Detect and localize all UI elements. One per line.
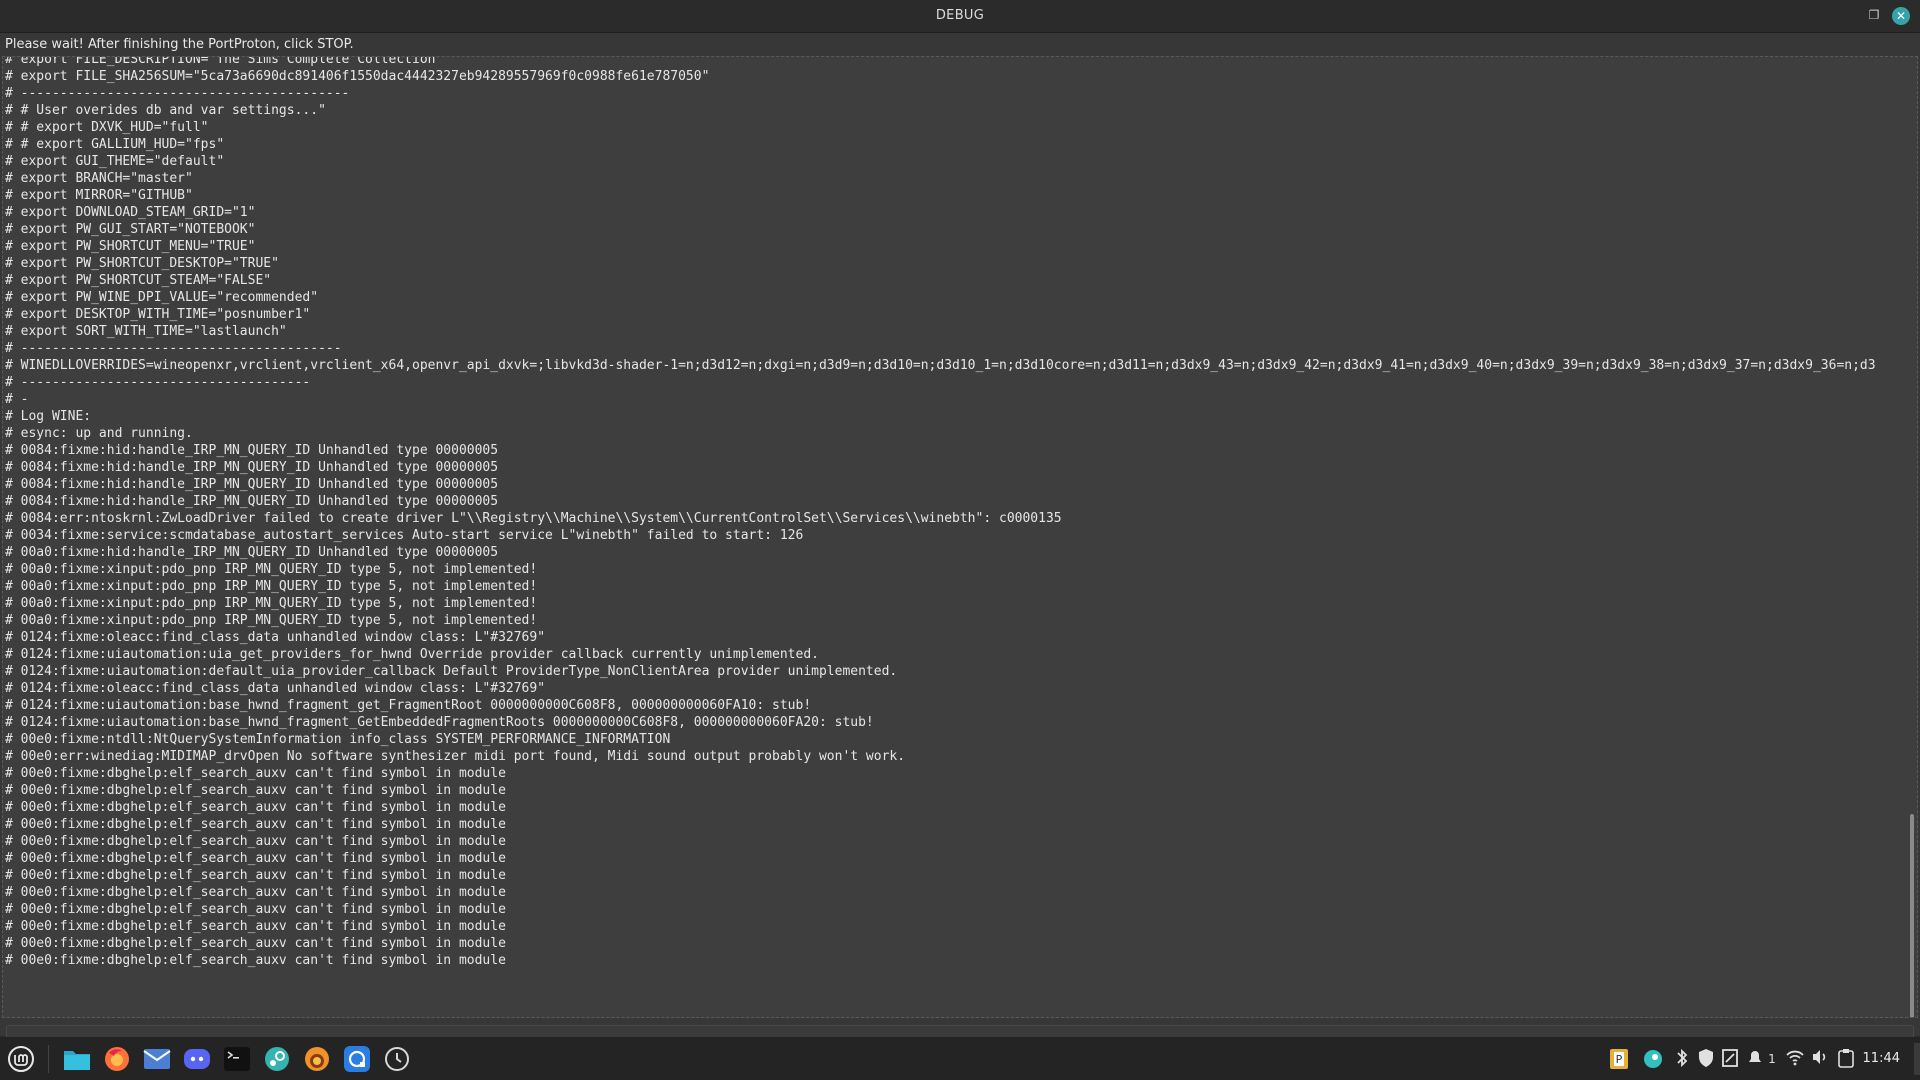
log-line: # 00e0:fixme:dbghelp:elf_search_auxv can… <box>5 817 506 832</box>
window-titlebar: DEBUG ❐ ✕ <box>0 0 1920 33</box>
window-title: DEBUG <box>935 8 985 23</box>
log-line: # export DOWNLOAD_STEAM_GRID="1" <box>5 205 256 220</box>
mint-menu-icon[interactable] <box>6 1044 36 1074</box>
log-line: # 0034:fixme:service:scmdatabase_autosta… <box>5 528 804 543</box>
steam-icon[interactable] <box>262 1044 292 1074</box>
log-line: # 0084:fixme:hid:handle_IRP_MN_QUERY_ID … <box>5 443 499 458</box>
log-line: # # User overides db and var settings...… <box>5 103 326 118</box>
files-icon[interactable] <box>62 1044 92 1074</box>
log-output-area[interactable]: # export FILE_DESCRIPTION="The Sims Comp… <box>2 56 1918 1018</box>
log-line: # 00a0:fixme:xinput:pdo_pnp IRP_MN_QUERY… <box>5 613 538 628</box>
log-line: # 00e0:fixme:dbghelp:elf_search_auxv can… <box>5 868 506 883</box>
clock[interactable]: 11:44 <box>1863 1048 1900 1070</box>
log-text: # export FILE_DESCRIPTION="The Sims Comp… <box>5 56 1876 969</box>
log-line: # export PW_SHORTCUT_STEAM="FALSE" <box>5 273 272 288</box>
log-line: # esync: up and running. <box>5 426 193 441</box>
log-line: # WINEDLLOVERRIDES=wineopenxr,vrclient,v… <box>5 358 1876 373</box>
clipboard-icon[interactable] <box>1836 1048 1856 1070</box>
log-scrollbar[interactable] <box>1910 814 1914 1017</box>
terminal-icon[interactable] <box>222 1044 252 1074</box>
log-line: # export PW_WINE_DPI_VALUE="recommended" <box>5 290 319 305</box>
log-line: # export PW_SHORTCUT_MENU="TRUE" <box>5 239 256 254</box>
log-line: # 00e0:fixme:dbghelp:elf_search_auxv can… <box>5 783 506 798</box>
log-line: # 0084:fixme:hid:handle_IRP_MN_QUERY_ID … <box>5 460 499 475</box>
log-line: # export SORT_WITH_TIME="lastlaunch" <box>5 324 287 339</box>
log-line: # 0124:fixme:oleacc:find_class_data unha… <box>5 630 546 645</box>
log-line: # 0124:fixme:uiautomation:base_hwnd_frag… <box>5 715 874 730</box>
log-line: # 00e0:err:winediag:MIDIMAP_drvOpen No s… <box>5 749 906 764</box>
log-line: # 00e0:fixme:dbghelp:elf_search_auxv can… <box>5 834 506 849</box>
log-line: # export BRANCH="master" <box>5 171 193 186</box>
status-message: Please wait! After finishing the PortPro… <box>5 37 354 52</box>
log-line: # export PW_SHORTCUT_DESKTOP="TRUE" <box>5 256 279 271</box>
log-line: # 00a0:fixme:xinput:pdo_pnp IRP_MN_QUERY… <box>5 596 538 611</box>
log-line: # Log WINE: <box>5 409 92 424</box>
log-line: # # export GALLIUM_HUD="fps" <box>5 137 225 152</box>
taskbar-divider <box>48 1045 49 1073</box>
log-line: # 00e0:fixme:dbghelp:elf_search_auxv can… <box>5 885 506 900</box>
close-icon[interactable]: ✕ <box>1892 7 1910 25</box>
debug-window-body: Please wait! After finishing the PortPro… <box>0 33 1920 1065</box>
discord-icon[interactable] <box>182 1044 212 1074</box>
log-line: # 0124:fixme:uiautomation:default_uia_pr… <box>5 664 898 679</box>
log-line: # 00e0:fixme:dbghelp:elf_search_auxv can… <box>5 953 506 968</box>
log-line: # export MIRROR="GITHUB" <box>5 188 193 203</box>
log-line: # 0084:fixme:hid:handle_IRP_MN_QUERY_ID … <box>5 477 499 492</box>
log-line: # export GUI_THEME="default" <box>5 154 225 169</box>
mail-icon[interactable] <box>142 1044 172 1074</box>
log-line: # export PW_GUI_START="NOTEBOOK" <box>5 222 256 237</box>
log-line: # 00e0:fixme:dbghelp:elf_search_auxv can… <box>5 936 506 951</box>
log-line: # 00e0:fixme:dbghelp:elf_search_auxv can… <box>5 919 506 934</box>
wifi-icon[interactable] <box>1784 1048 1806 1070</box>
log-line: # 00e0:fixme:dbghelp:elf_search_auxv can… <box>5 766 506 781</box>
portproton-icon[interactable] <box>302 1044 332 1074</box>
bluetooth-icon[interactable] <box>1672 1048 1692 1070</box>
log-line: # 00a0:fixme:xinput:pdo_pnp IRP_MN_QUERY… <box>5 562 538 577</box>
workspace-count: 1 <box>1768 1052 1776 1066</box>
log-line: # 0084:err:ntoskrnl:ZwLoadDriver failed … <box>5 511 1062 526</box>
log-line: # 00a0:fixme:xinput:pdo_pnp IRP_MN_QUERY… <box>5 579 538 594</box>
log-line: # - <box>5 392 29 407</box>
log-line: # export FILE_DESCRIPTION="The Sims Comp… <box>5 56 444 67</box>
volume-icon[interactable] <box>1810 1048 1830 1070</box>
log-line: # ------------------------------------- <box>5 375 311 390</box>
log-line: # 0124:fixme:oleacc:find_class_data unha… <box>5 681 546 696</box>
log-line: # 0124:fixme:uiautomation:base_hwnd_frag… <box>5 698 812 713</box>
log-line: # 00e0:fixme:dbghelp:elf_search_auxv can… <box>5 800 506 815</box>
log-line: # # export DXVK_HUD="full" <box>5 120 209 135</box>
portproton-tray-icon[interactable]: P <box>1608 1048 1630 1070</box>
log-line: # 0084:fixme:hid:handle_IRP_MN_QUERY_ID … <box>5 494 499 509</box>
remote-desktop-icon[interactable] <box>342 1044 372 1074</box>
log-line: # --------------------------------------… <box>5 86 350 101</box>
svg-text:P: P <box>1616 1053 1623 1066</box>
log-line: # --------------------------------------… <box>5 341 342 356</box>
log-line: # 00a0:fixme:hid:handle_IRP_MN_QUERY_ID … <box>5 545 499 560</box>
restore-icon[interactable]: ❐ <box>1868 9 1880 21</box>
firefox-icon[interactable] <box>102 1044 132 1074</box>
log-line: # 00e0:fixme:dbghelp:elf_search_auxv can… <box>5 902 506 917</box>
log-line: # 00e0:fixme:dbghelp:elf_search_auxv can… <box>5 851 506 866</box>
log-line: # export DESKTOP_WITH_TIME="posnumber1" <box>5 307 311 322</box>
steam-tray-icon[interactable] <box>1642 1048 1664 1070</box>
notifications-icon[interactable] <box>1745 1048 1765 1070</box>
log-line: # 00e0:fixme:ntdll:NtQuerySystemInformat… <box>5 732 671 747</box>
timeshift-icon[interactable] <box>382 1044 412 1074</box>
log-line: # export FILE_SHA256SUM="5ca73a6690dc891… <box>5 69 710 84</box>
update-manager-icon[interactable] <box>1720 1048 1740 1070</box>
log-line: # 0124:fixme:uiautomation:uia_get_provid… <box>5 647 819 662</box>
show-desktop-button[interactable] <box>1914 1043 1920 1075</box>
taskbar: P 1 11:44 <box>0 1037 1920 1080</box>
shield-icon[interactable] <box>1696 1048 1716 1070</box>
